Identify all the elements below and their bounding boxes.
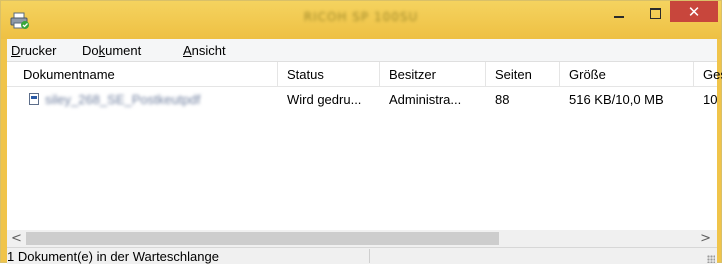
document-size: 516 KB/10,0 MB <box>569 92 664 107</box>
title-bar[interactable]: RICOH SP 100SU ✕ <box>1 1 721 39</box>
scroll-left-icon[interactable]: < <box>11 231 22 246</box>
column-header-besitzer[interactable]: Besitzer <box>389 67 436 82</box>
menu-dokument[interactable]: Dokument <box>82 43 141 58</box>
column-header-status[interactable]: Status <box>287 67 324 82</box>
list-header: Dokumentname Status Besitzer Seiten Größ… <box>7 62 722 87</box>
print-queue-list: Dokumentname Status Besitzer Seiten Größ… <box>7 62 722 230</box>
printer-icon[interactable] <box>9 12 31 30</box>
document-pages: 88 <box>495 92 510 107</box>
column-divider[interactable] <box>485 62 486 86</box>
window-title: RICOH SP 100SU <box>303 10 419 24</box>
maximize-icon <box>649 7 661 19</box>
column-header-dokumentname[interactable]: Dokumentname <box>23 67 115 82</box>
menu-ansicht[interactable]: Ansicht <box>183 43 226 58</box>
column-divider[interactable] <box>559 62 560 86</box>
resize-grip-icon[interactable] <box>707 255 715 263</box>
scroll-right-icon[interactable]: > <box>700 231 711 246</box>
horizontal-scrollbar[interactable]: < > <box>7 230 717 247</box>
menu-bar: Drucker Dokument Ansicht <box>7 39 717 62</box>
column-divider[interactable] <box>379 62 380 86</box>
table-row[interactable]: siley_268_SE_Postkeutpdf Wird gedru... A… <box>7 88 717 110</box>
close-button[interactable]: ✕ <box>670 1 718 22</box>
status-divider <box>369 249 370 263</box>
menu-drucker[interactable]: Drucker <box>11 43 57 58</box>
minimize-button[interactable] <box>605 3 633 23</box>
minimize-icon <box>614 16 624 18</box>
queue-status-text: 1 Dokument(e) in der Warteschlange <box>7 249 219 264</box>
document-owner: Administra... <box>389 92 462 107</box>
document-name: siley_268_SE_Postkeutpdf <box>45 92 201 107</box>
column-header-groesse[interactable]: Größe <box>569 67 606 82</box>
document-status: Wird gedru... <box>287 92 362 107</box>
status-bar: 1 Dokument(e) in der Warteschlange <box>7 247 717 264</box>
document-submitted: 10: <box>703 92 717 107</box>
column-divider[interactable] <box>277 62 278 86</box>
column-header-seiten[interactable]: Seiten <box>495 67 532 82</box>
maximize-button[interactable] <box>641 3 669 23</box>
scrollbar-thumb[interactable] <box>26 232 499 245</box>
close-icon: ✕ <box>687 2 701 21</box>
column-divider[interactable] <box>693 62 694 86</box>
document-icon <box>29 93 39 105</box>
print-queue-window: RICOH SP 100SU ✕ Drucker Dokument Ansich… <box>0 0 722 264</box>
column-header-gesendet[interactable]: Ges <box>703 67 722 82</box>
